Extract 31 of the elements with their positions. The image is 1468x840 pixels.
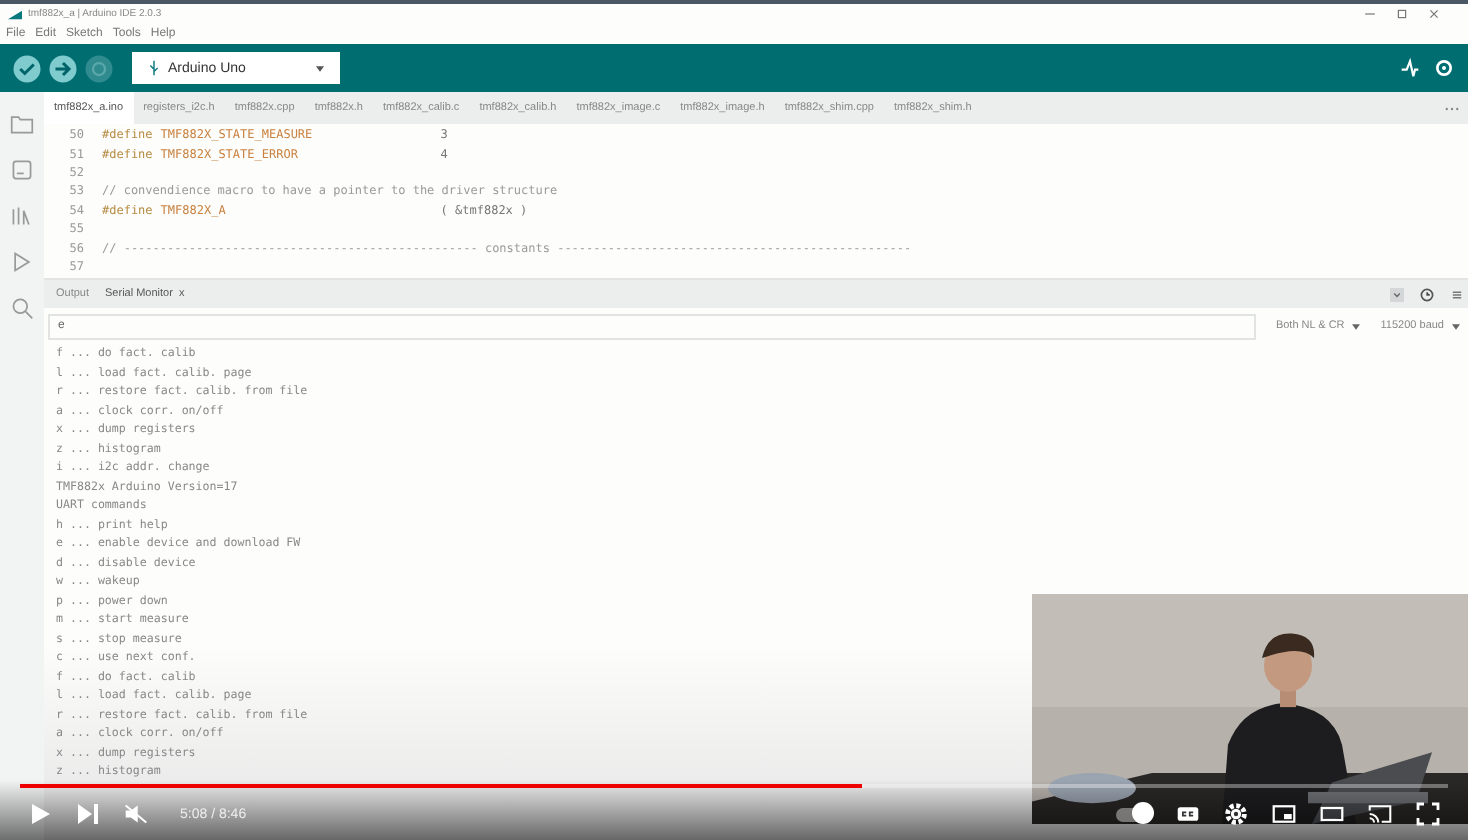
- theater-icon[interactable]: [1320, 802, 1344, 826]
- maximize-icon[interactable]: [1396, 8, 1408, 20]
- next-icon[interactable]: [76, 802, 100, 826]
- cast-icon[interactable]: [1368, 802, 1392, 826]
- dropdown-icon: [1352, 323, 1361, 329]
- scroll-icon[interactable]: [1390, 287, 1404, 301]
- settings-icon[interactable]: [1224, 802, 1248, 826]
- menu-icon[interactable]: [1450, 287, 1464, 301]
- fullscreen-icon[interactable]: [1416, 802, 1440, 826]
- close-icon[interactable]: [1428, 8, 1440, 20]
- verify-icon[interactable]: [12, 53, 42, 83]
- autoplay-toggle[interactable]: [1116, 807, 1152, 821]
- library-icon[interactable]: [10, 204, 34, 228]
- dropdown-icon: [1452, 323, 1460, 329]
- play-icon[interactable]: [28, 802, 52, 826]
- plotter-icon[interactable]: [1400, 58, 1420, 78]
- board-icon[interactable]: [10, 158, 34, 182]
- clock-icon[interactable]: [1420, 287, 1434, 301]
- debug-icon[interactable]: [84, 53, 114, 83]
- app-icon: [8, 9, 22, 19]
- dropdown-icon: [316, 65, 324, 71]
- search-icon[interactable]: [10, 296, 34, 320]
- folder-icon[interactable]: [10, 112, 34, 136]
- debug-icon[interactable]: [10, 250, 34, 274]
- upload-icon[interactable]: [48, 53, 78, 83]
- more-icon[interactable]: [1444, 105, 1460, 111]
- miniplayer-icon[interactable]: [1272, 802, 1296, 826]
- minimize-icon[interactable]: [1364, 8, 1376, 20]
- usb-icon: [148, 60, 160, 76]
- serial-monitor-icon[interactable]: [1434, 58, 1454, 78]
- mute-icon[interactable]: [124, 802, 148, 826]
